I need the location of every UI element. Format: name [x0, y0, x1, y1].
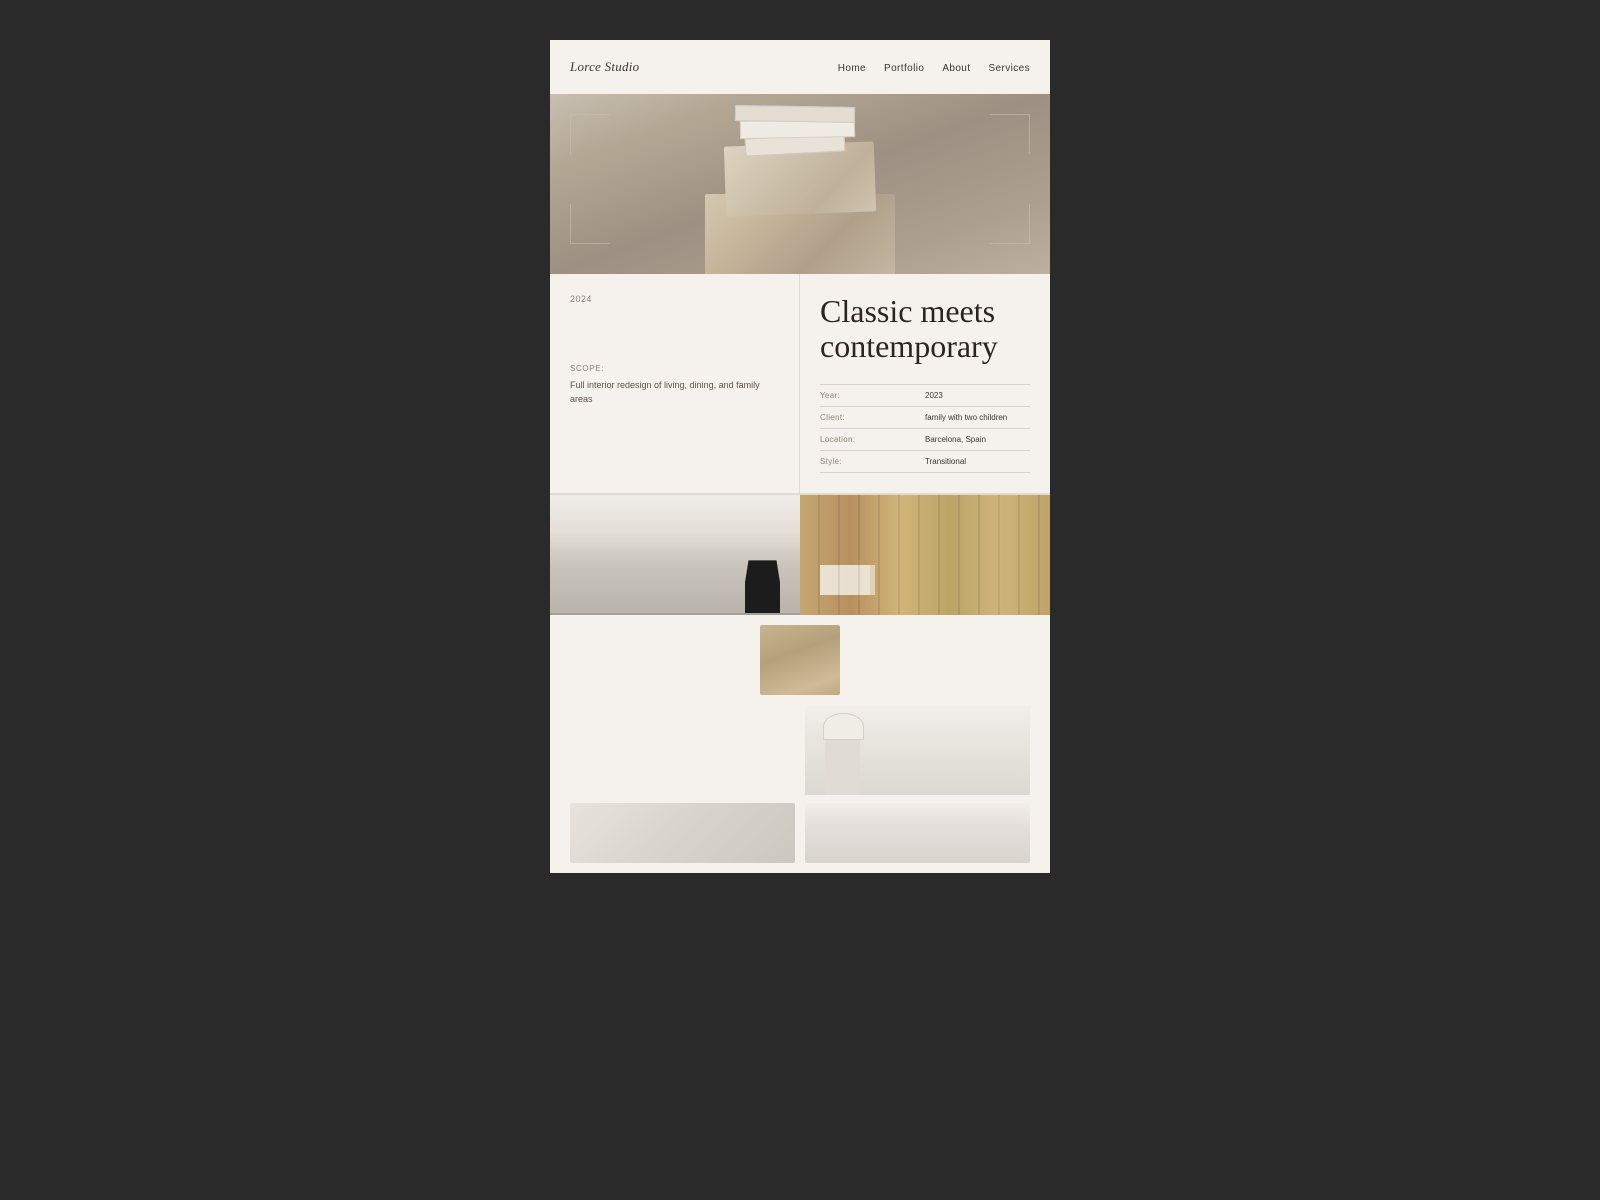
project-title: Classic meets contemporary [820, 294, 1030, 364]
detail-row-location: Location: Barcelona, Spain [820, 429, 1030, 451]
nav-item-home[interactable]: Home [838, 58, 866, 76]
gallery-image-wood-shelf[interactable] [800, 495, 1050, 615]
client-field-label: Client: [820, 413, 925, 422]
nav-item-services[interactable]: Services [988, 58, 1030, 76]
gallery-row-1 [550, 494, 1050, 615]
detail-row-client: Client: family with two children [820, 407, 1030, 429]
hallway-photo[interactable] [760, 625, 840, 695]
website-container: Lorce Studio Home Portfolio About Servic… [550, 40, 1050, 873]
location-field-label: Location: [820, 435, 925, 444]
bed-photo[interactable] [805, 803, 1030, 863]
right-panel: Classic meets contemporary Year: 2023 Cl… [800, 274, 1050, 493]
hero-image [550, 94, 1050, 274]
book-3 [735, 105, 855, 123]
nav-link-services[interactable]: Services [988, 63, 1030, 74]
gallery-row-2 [550, 615, 1050, 705]
nav-item-portfolio[interactable]: Portfolio [884, 58, 924, 76]
gallery-row-3 [550, 705, 1050, 803]
gallery-section [550, 494, 1050, 873]
gallery-image-chair-room[interactable] [550, 495, 800, 615]
corner-decoration-tl [570, 114, 610, 154]
location-field-value: Barcelona, Spain [925, 435, 1030, 444]
style-field-label: Style: [820, 457, 925, 466]
nav-link-portfolio[interactable]: Portfolio [884, 63, 924, 74]
scope-label: SCOPE: [570, 364, 779, 373]
style-field-value: Transitional [925, 457, 1030, 466]
project-details-table: Year: 2023 Client: family with two child… [820, 384, 1030, 473]
decor-photo[interactable] [570, 803, 795, 863]
wood-shelf-photo [800, 495, 1050, 615]
left-panel: 2024 SCOPE: Full interior redesign of li… [550, 274, 800, 493]
detail-row-year: Year: 2023 [820, 385, 1030, 407]
detail-row-style: Style: Transitional [820, 451, 1030, 473]
nav-links: Home Portfolio About Services [838, 58, 1030, 76]
gallery-spacer [570, 705, 795, 795]
corner-decoration-br [990, 204, 1030, 244]
gallery-row-4 [550, 803, 1050, 873]
year-field-label: Year: [820, 391, 925, 400]
bedroom-lamp-photo[interactable] [805, 705, 1030, 795]
scope-text: Full interior redesign of living, dining… [570, 379, 779, 406]
navigation: Lorce Studio Home Portfolio About Servic… [550, 40, 1050, 94]
logo[interactable]: Lorce Studio [570, 59, 639, 75]
year-label: 2024 [570, 294, 779, 304]
corner-decoration-bl [570, 204, 610, 244]
nav-link-home[interactable]: Home [838, 63, 866, 74]
travertine-prop [675, 144, 925, 274]
corner-decoration-tr [990, 114, 1030, 154]
content-section: 2024 SCOPE: Full interior redesign of li… [550, 274, 1050, 493]
chair-room-photo [550, 495, 800, 615]
client-field-value: family with two children [925, 413, 1030, 422]
year-field-value: 2023 [925, 391, 1030, 400]
nav-item-about[interactable]: About [942, 58, 970, 76]
nav-link-about[interactable]: About [942, 63, 970, 74]
